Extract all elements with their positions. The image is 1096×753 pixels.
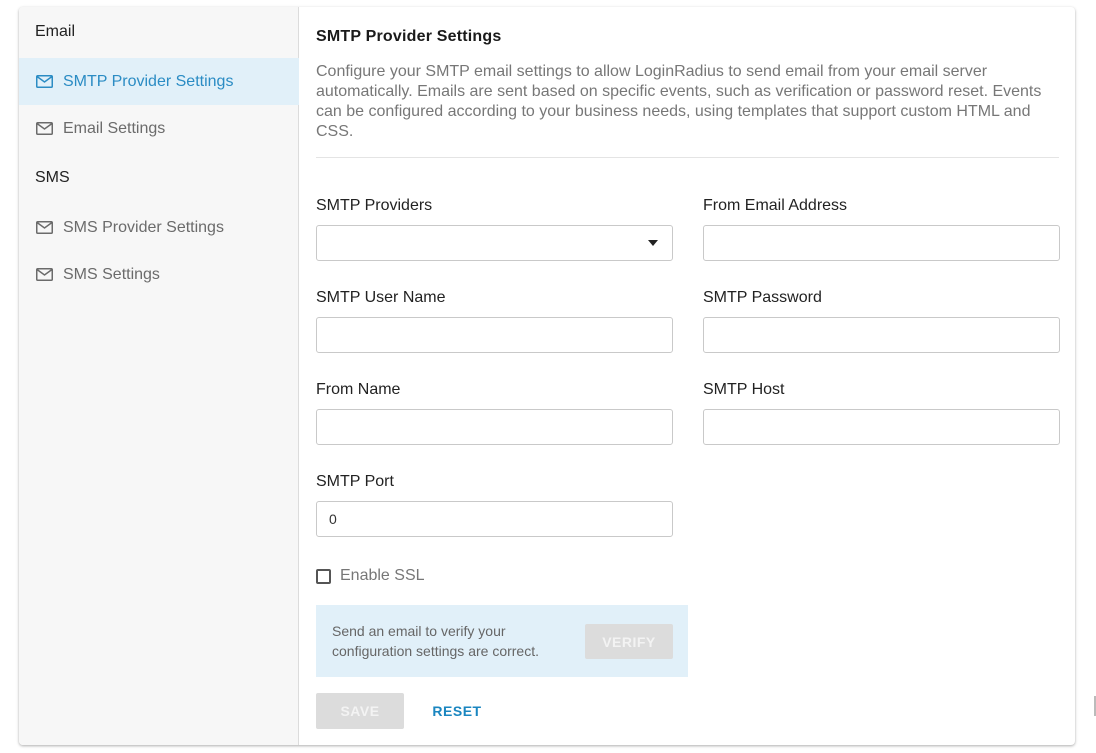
divider — [316, 157, 1059, 158]
sidebar: Email SMTP Provider Settings Email Setti… — [19, 7, 299, 745]
smtp-port-label: SMTP Port — [316, 473, 394, 490]
smtp-password-input[interactable] — [703, 317, 1060, 353]
smtp-providers-label: SMTP Providers — [316, 197, 433, 214]
reset-button[interactable]: RESET — [420, 693, 494, 729]
sidebar-item-label: SMS Settings — [63, 265, 160, 283]
smtp-password-label: SMTP Password — [703, 289, 822, 306]
sidebar-heading-email: Email — [35, 23, 76, 40]
mail-icon — [36, 122, 53, 135]
sidebar-heading-sms: SMS — [35, 169, 70, 186]
main-content: SMTP Provider Settings Configure your SM… — [316, 7, 1060, 745]
verify-description: Send an email to verify your configurati… — [332, 623, 539, 659]
smtp-providers-select[interactable] — [316, 225, 673, 261]
smtp-username-input[interactable] — [316, 317, 673, 353]
sidebar-item-label: Email Settings — [63, 119, 166, 137]
smtp-host-input[interactable] — [703, 409, 1060, 445]
smtp-port-input[interactable] — [316, 501, 673, 537]
smtp-username-label: SMTP User Name — [316, 289, 446, 306]
sidebar-item-label: SMTP Provider Settings — [63, 72, 234, 90]
sidebar-item-smtp-provider-settings[interactable]: SMTP Provider Settings — [19, 58, 299, 105]
verify-panel: Send an email to verify your configurati… — [316, 605, 688, 677]
page-description: Configure your SMTP email settings to al… — [316, 63, 1042, 140]
smtp-host-label: SMTP Host — [703, 381, 785, 398]
sidebar-item-email-settings[interactable]: Email Settings — [19, 105, 299, 152]
page-title: SMTP Provider Settings — [316, 28, 502, 45]
sidebar-item-sms-provider-settings[interactable]: SMS Provider Settings — [19, 204, 299, 251]
caret-down-icon — [648, 240, 658, 246]
settings-card: Email SMTP Provider Settings Email Setti… — [19, 7, 1075, 745]
mail-icon — [36, 268, 53, 281]
from-name-input[interactable] — [316, 409, 673, 445]
enable-ssl-label: Enable SSL — [340, 567, 425, 584]
mail-icon — [36, 221, 53, 234]
sidebar-item-label: SMS Provider Settings — [63, 218, 224, 236]
sidebar-item-sms-settings[interactable]: SMS Settings — [19, 251, 299, 298]
enable-ssl-row[interactable]: Enable SSL — [316, 567, 425, 585]
from-email-input[interactable] — [703, 225, 1060, 261]
from-email-label: From Email Address — [703, 197, 848, 214]
from-name-label: From Name — [316, 381, 401, 398]
verify-button[interactable]: VERIFY — [585, 624, 673, 659]
save-button[interactable]: SAVE — [316, 693, 404, 729]
enable-ssl-checkbox[interactable] — [316, 568, 331, 584]
mail-icon — [36, 75, 53, 88]
